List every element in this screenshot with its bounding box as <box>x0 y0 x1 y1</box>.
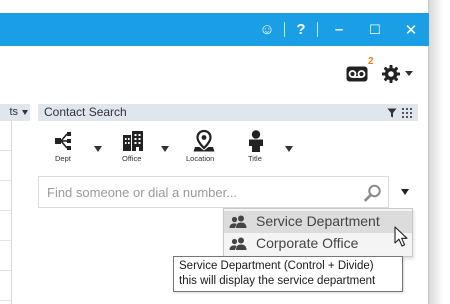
chevron-down-icon[interactable] <box>22 110 28 115</box>
dept-chevron-down-icon[interactable] <box>94 146 102 152</box>
search-dropdown-button[interactable] <box>393 176 418 208</box>
left-panel-header[interactable]: ts <box>0 104 30 121</box>
tooltip: Service Department (Control + Divide) th… <box>173 256 403 292</box>
left-panel-list <box>0 121 12 304</box>
menu-item-label: Service Department <box>256 213 380 229</box>
voicemail-count-badge: 2 <box>368 56 374 67</box>
title-separator <box>317 22 318 37</box>
gear-icon[interactable] <box>381 64 401 84</box>
feedback-smiley-icon[interactable]: ☺ <box>253 13 281 46</box>
building-icon <box>123 131 143 151</box>
person-icon <box>249 130 263 152</box>
list-item[interactable] <box>0 181 11 211</box>
window-shadow <box>429 0 450 304</box>
menu-item-label: Corporate Office <box>256 235 359 251</box>
filter-label: Office <box>122 154 142 163</box>
org-chart-icon <box>55 132 71 150</box>
close-icon[interactable]: ✕ <box>397 13 425 46</box>
menu-item-service-department[interactable]: Service Department <box>224 211 412 233</box>
list-item[interactable] <box>0 151 11 181</box>
list-item[interactable] <box>0 211 11 241</box>
minimize-icon[interactable]: – <box>325 13 353 46</box>
filter-label: Location <box>186 154 215 163</box>
maximize-icon[interactable]: ☐ <box>361 13 389 46</box>
voicemail-icon[interactable] <box>346 66 368 82</box>
list-item[interactable] <box>0 241 11 271</box>
menu-item-corporate-office[interactable]: Corporate Office <box>224 233 412 255</box>
search-box <box>38 176 389 208</box>
location-filter-button[interactable]: Location <box>186 129 236 167</box>
group-icon <box>229 215 247 228</box>
contact-search-header: Contact Search <box>38 104 418 121</box>
title-chevron-down-icon[interactable] <box>285 146 293 152</box>
contact-search-title: Contact Search <box>44 105 127 119</box>
search-icon[interactable] <box>364 184 382 202</box>
mouse-cursor-icon <box>394 226 408 247</box>
help-icon[interactable]: ? <box>287 13 315 46</box>
settings-chevron-down-icon[interactable] <box>405 71 413 76</box>
search-input[interactable] <box>39 177 359 207</box>
filter-label: Dept <box>55 154 71 163</box>
tooltip-line: Service Department (Control + Divide) <box>179 260 374 272</box>
department-dropdown-menu: Service Department Corporate Office <box>223 208 413 257</box>
chevron-down-icon <box>401 189 409 195</box>
list-item[interactable] <box>0 121 11 151</box>
grid-icon[interactable] <box>402 108 412 118</box>
title-separator <box>284 22 285 37</box>
tooltip-line: this will display the service department <box>179 275 376 287</box>
location-pin-icon <box>193 129 215 152</box>
filter-label: Title <box>248 154 262 163</box>
left-panel-title: ts <box>9 106 18 118</box>
list-item[interactable] <box>0 271 11 301</box>
office-chevron-down-icon[interactable] <box>161 146 169 152</box>
title-bar: ☺ ? – ☐ ✕ <box>0 13 429 46</box>
group-icon <box>229 237 247 250</box>
app-window: ☺ ? – ☐ ✕ 2 ts Contact Search Dept Offic… <box>0 0 429 304</box>
filter-icon[interactable] <box>387 108 397 118</box>
